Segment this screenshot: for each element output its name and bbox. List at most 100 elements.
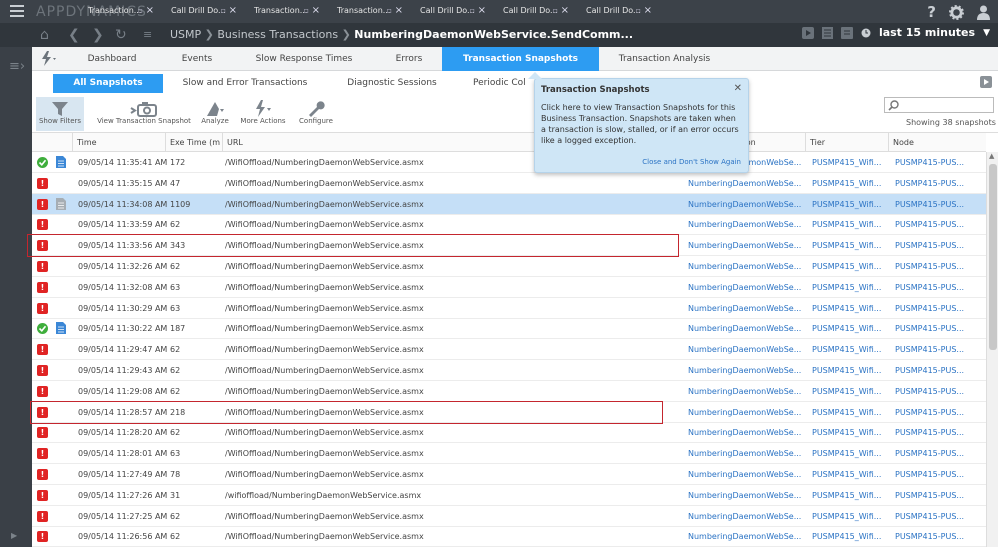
- breadcrumb-item-bt[interactable]: Business Transactions: [217, 28, 338, 41]
- window-tab[interactable]: Call Drill Do... ▫ ×: [497, 3, 572, 19]
- table-row[interactable]: ! 09/05/14 11:29:47 AM 62/WifiOffload/Numb…: [32, 339, 986, 361]
- cell-tier[interactable]: PUSMP415_Wifi...: [812, 422, 890, 443]
- home-icon[interactable]: ⌂: [40, 27, 49, 43]
- column-header-tier[interactable]: Tier: [805, 133, 888, 152]
- list-icon[interactable]: ≡: [143, 28, 152, 41]
- cell-node[interactable]: PUSMP415-PUS...: [895, 464, 975, 485]
- scroll-up-icon[interactable]: ▲: [989, 152, 994, 160]
- cell-node[interactable]: PUSMP415-PUS...: [895, 422, 975, 443]
- cell-tier[interactable]: PUSMP415_Wifi...: [812, 526, 890, 547]
- table-row[interactable]: ! 09/05/14 11:29:08 AM 62/WifiOffload/Numb…: [32, 381, 986, 402]
- cell-business-transaction[interactable]: NumberingDaemonWebSe...: [688, 422, 804, 443]
- table-row[interactable]: ! 09/05/14 11:29:43 AM 62/WifiOffload/Numb…: [32, 360, 986, 381]
- cell-business-transaction[interactable]: NumberingDaemonWebSe...: [688, 318, 804, 339]
- window-tab[interactable]: Transaction... ▫ ×: [331, 3, 406, 19]
- table-row[interactable]: ! 09/05/14 11:27:49 AM 78/WifiOffload/Numb…: [32, 464, 986, 485]
- close-icon[interactable]: ✕: [734, 83, 742, 94]
- help-icon[interactable]: ?: [927, 3, 936, 21]
- cell-node[interactable]: PUSMP415-PUS...: [895, 318, 975, 339]
- scrollbar-thumb[interactable]: [989, 164, 997, 350]
- subtab-diagnostic-sessions[interactable]: Diagnostic Sessions: [337, 74, 447, 93]
- close-icon[interactable]: ×: [229, 3, 237, 19]
- cell-tier[interactable]: PUSMP415_Wifi...: [812, 318, 890, 339]
- tab-dashboard[interactable]: Dashboard: [72, 47, 152, 71]
- cell-business-transaction[interactable]: NumberingDaemonWebSe...: [688, 173, 804, 194]
- table-row[interactable]: ! 09/05/14 11:26:56 AM 62/WifiOffload/Numb…: [32, 526, 986, 547]
- show-filters-button[interactable]: Show Filters: [36, 97, 84, 131]
- close-icon[interactable]: ×: [561, 3, 569, 19]
- time-range-selector[interactable]: last 15 minutes: [879, 26, 975, 39]
- cell-node[interactable]: PUSMP415-PUS...: [895, 402, 975, 423]
- cell-node[interactable]: PUSMP415-PUS...: [895, 485, 975, 506]
- cell-node[interactable]: PUSMP415-PUS...: [895, 339, 975, 360]
- back-icon[interactable]: ❮: [68, 27, 80, 43]
- cell-tier[interactable]: PUSMP415_Wifi...: [812, 360, 890, 381]
- close-icon[interactable]: ×: [395, 3, 403, 19]
- cell-tier[interactable]: PUSMP415_Wifi...: [812, 235, 890, 256]
- popout-icon[interactable]: ▫: [138, 3, 143, 19]
- play-icon[interactable]: [980, 76, 992, 88]
- calendar-icon[interactable]: [840, 26, 853, 39]
- table-row[interactable]: ! 09/05/14 11:27:26 AM 31/wifioffload/Numb…: [32, 485, 986, 506]
- cell-node[interactable]: PUSMP415-PUS...: [895, 526, 975, 547]
- tab-transaction-snapshots[interactable]: Transaction Snapshots: [442, 47, 599, 71]
- popout-icon[interactable]: ▫: [304, 3, 309, 19]
- cell-node[interactable]: PUSMP415-PUS...: [895, 360, 975, 381]
- cell-business-transaction[interactable]: NumberingDaemonWebSe...: [688, 235, 804, 256]
- gear-icon[interactable]: [949, 4, 964, 20]
- menu-icon[interactable]: [10, 5, 24, 17]
- cell-business-transaction[interactable]: NumberingDaemonWebSe...: [688, 526, 804, 547]
- play-icon[interactable]: [801, 26, 814, 39]
- window-tab[interactable]: Call Drill Do... ▫ ×: [165, 3, 240, 19]
- cell-business-transaction[interactable]: NumberingDaemonWebSe...: [688, 381, 804, 402]
- table-row[interactable]: ! 09/05/14 11:28:57 AM 218/WifiOffload/Num…: [32, 402, 986, 423]
- close-dont-show-link[interactable]: Close and Don't Show Again: [642, 158, 741, 166]
- table-row[interactable]: 09/05/14 11:35:41 AM 172/WifiOffload/Numb…: [32, 152, 986, 173]
- tab-errors[interactable]: Errors: [374, 47, 444, 71]
- cell-node[interactable]: PUSMP415-PUS...: [895, 443, 975, 464]
- cell-node[interactable]: PUSMP415-PUS...: [895, 381, 975, 402]
- document-icon[interactable]: [56, 322, 66, 335]
- report-icon[interactable]: [821, 26, 833, 39]
- table-row[interactable]: ! 09/05/14 11:34:08 AM 1109/WifiOffload/Nu…: [32, 193, 986, 215]
- tab-slow-response-times[interactable]: Slow Response Times: [244, 47, 364, 71]
- cell-business-transaction[interactable]: NumberingDaemonWebSe...: [688, 277, 804, 298]
- collapse-arrow-icon[interactable]: ▶: [11, 531, 17, 540]
- configure-button[interactable]: Configure: [296, 97, 336, 131]
- close-icon[interactable]: ×: [146, 3, 154, 19]
- cell-business-transaction[interactable]: NumberingDaemonWebSe...: [688, 256, 804, 277]
- subtab-slow-error-transactions[interactable]: Slow and Error Transactions: [175, 74, 315, 93]
- window-tab[interactable]: Call Drill Do... ▫ ×: [580, 3, 655, 19]
- view-snapshot-button[interactable]: View Transaction Snapshot: [96, 97, 192, 131]
- cell-business-transaction[interactable]: NumberingDaemonWebSe...: [688, 506, 804, 527]
- cell-business-transaction[interactable]: NumberingDaemonWebSe...: [688, 485, 804, 506]
- cell-business-transaction[interactable]: NumberingDaemonWebSe...: [688, 443, 804, 464]
- popout-icon[interactable]: ▫: [221, 3, 226, 19]
- cell-business-transaction[interactable]: NumberingDaemonWebSe...: [688, 464, 804, 485]
- lightning-icon[interactable]: [40, 51, 58, 66]
- popout-icon[interactable]: ▫: [553, 3, 558, 19]
- table-row[interactable]: 09/05/14 11:30:22 AM 187/WifiOffload/Numb…: [32, 318, 986, 340]
- table-row[interactable]: ! 09/05/14 11:32:08 AM 63/WifiOffload/Numb…: [32, 277, 986, 298]
- close-icon[interactable]: ×: [312, 3, 320, 19]
- table-row[interactable]: ! 09/05/14 11:30:29 AM 63/WifiOffload/Numb…: [32, 298, 986, 319]
- cell-tier[interactable]: PUSMP415_Wifi...: [812, 214, 890, 235]
- cell-tier[interactable]: PUSMP415_Wifi...: [812, 506, 890, 527]
- table-row[interactable]: ! 09/05/14 11:32:26 AM 62/WifiOffload/Numb…: [32, 256, 986, 277]
- cell-node[interactable]: PUSMP415-PUS...: [895, 506, 975, 527]
- cell-tier[interactable]: PUSMP415_Wifi...: [812, 152, 890, 173]
- cell-tier[interactable]: PUSMP415_Wifi...: [812, 485, 890, 506]
- cell-tier[interactable]: PUSMP415_Wifi...: [812, 381, 890, 402]
- search-input[interactable]: [884, 97, 994, 113]
- table-row[interactable]: ! 09/05/14 11:35:15 AM 47/WifiOffload/Numb…: [32, 173, 986, 194]
- vertical-scrollbar[interactable]: ▲: [986, 152, 998, 547]
- cell-business-transaction[interactable]: NumberingDaemonWebSe...: [688, 298, 804, 319]
- close-icon[interactable]: ×: [644, 3, 652, 19]
- cell-business-transaction[interactable]: NumberingDaemonWebSe...: [688, 360, 804, 381]
- cell-tier[interactable]: PUSMP415_Wifi...: [812, 277, 890, 298]
- cell-business-transaction[interactable]: NumberingDaemonWebSe...: [688, 402, 804, 423]
- table-row[interactable]: ! 09/05/14 11:28:01 AM 63/WifiOffload/Numb…: [32, 443, 986, 465]
- document-icon[interactable]: [56, 197, 66, 210]
- cell-node[interactable]: PUSMP415-PUS...: [895, 235, 975, 256]
- more-actions-button[interactable]: More Actions: [239, 97, 287, 131]
